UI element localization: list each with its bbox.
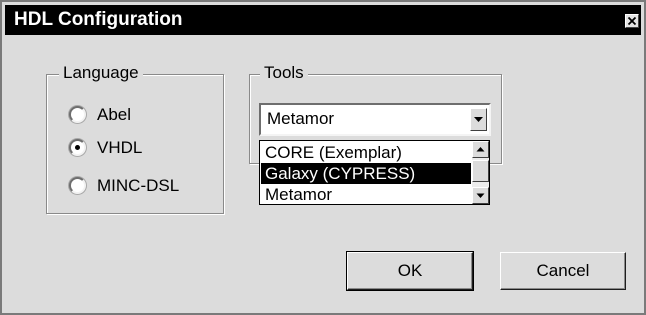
combo-dropdown-button[interactable] (470, 108, 487, 131)
dropdown-scrollbar[interactable] (472, 141, 489, 204)
dropdown-item-galaxy-cypress[interactable]: Galaxy (CYPRESS) (261, 163, 471, 184)
tools-group-label: Tools (260, 63, 308, 83)
cancel-button-label: Cancel (536, 261, 590, 280)
title-bar[interactable]: HDL Configuration (5, 5, 641, 35)
ok-button[interactable]: OK (346, 251, 474, 291)
radio-button-selected-icon[interactable] (69, 139, 86, 156)
arrow-up-icon (473, 142, 488, 157)
tools-combo-box[interactable]: Metamor (259, 103, 491, 136)
language-group-label: Language (59, 63, 143, 83)
radio-label-vhdl: VHDL (97, 138, 143, 157)
close-button[interactable] (625, 14, 639, 28)
radio-dot-icon (75, 145, 80, 150)
radio-button-icon[interactable] (69, 106, 86, 123)
tools-dropdown-list[interactable]: CORE (Exemplar) Galaxy (CYPRESS) Metamor (259, 140, 490, 205)
chevron-down-icon (471, 109, 486, 130)
radio-button-icon[interactable] (69, 177, 86, 194)
hdl-configuration-dialog: HDL Configuration Language Abel VHDL MIN… (0, 0, 646, 315)
window-title: HDL Configuration (14, 9, 183, 30)
scroll-down-button[interactable] (472, 187, 489, 204)
scroll-up-button[interactable] (472, 141, 489, 158)
language-group: Language Abel VHDL MINC-DSL (46, 63, 224, 214)
radio-label-abel: Abel (97, 105, 132, 124)
tools-combo-value: Metamor (267, 109, 335, 128)
dropdown-item-metamor[interactable]: Metamor (261, 184, 471, 205)
close-icon (626, 15, 638, 27)
ok-button-label: OK (397, 261, 423, 280)
cancel-button[interactable]: Cancel (500, 252, 626, 290)
scroll-thumb[interactable] (472, 160, 489, 182)
arrow-down-icon (473, 188, 488, 203)
radio-label-minc-dsl: MINC-DSL (97, 176, 180, 195)
dropdown-item-core-exemplar[interactable]: CORE (Exemplar) (261, 142, 471, 163)
